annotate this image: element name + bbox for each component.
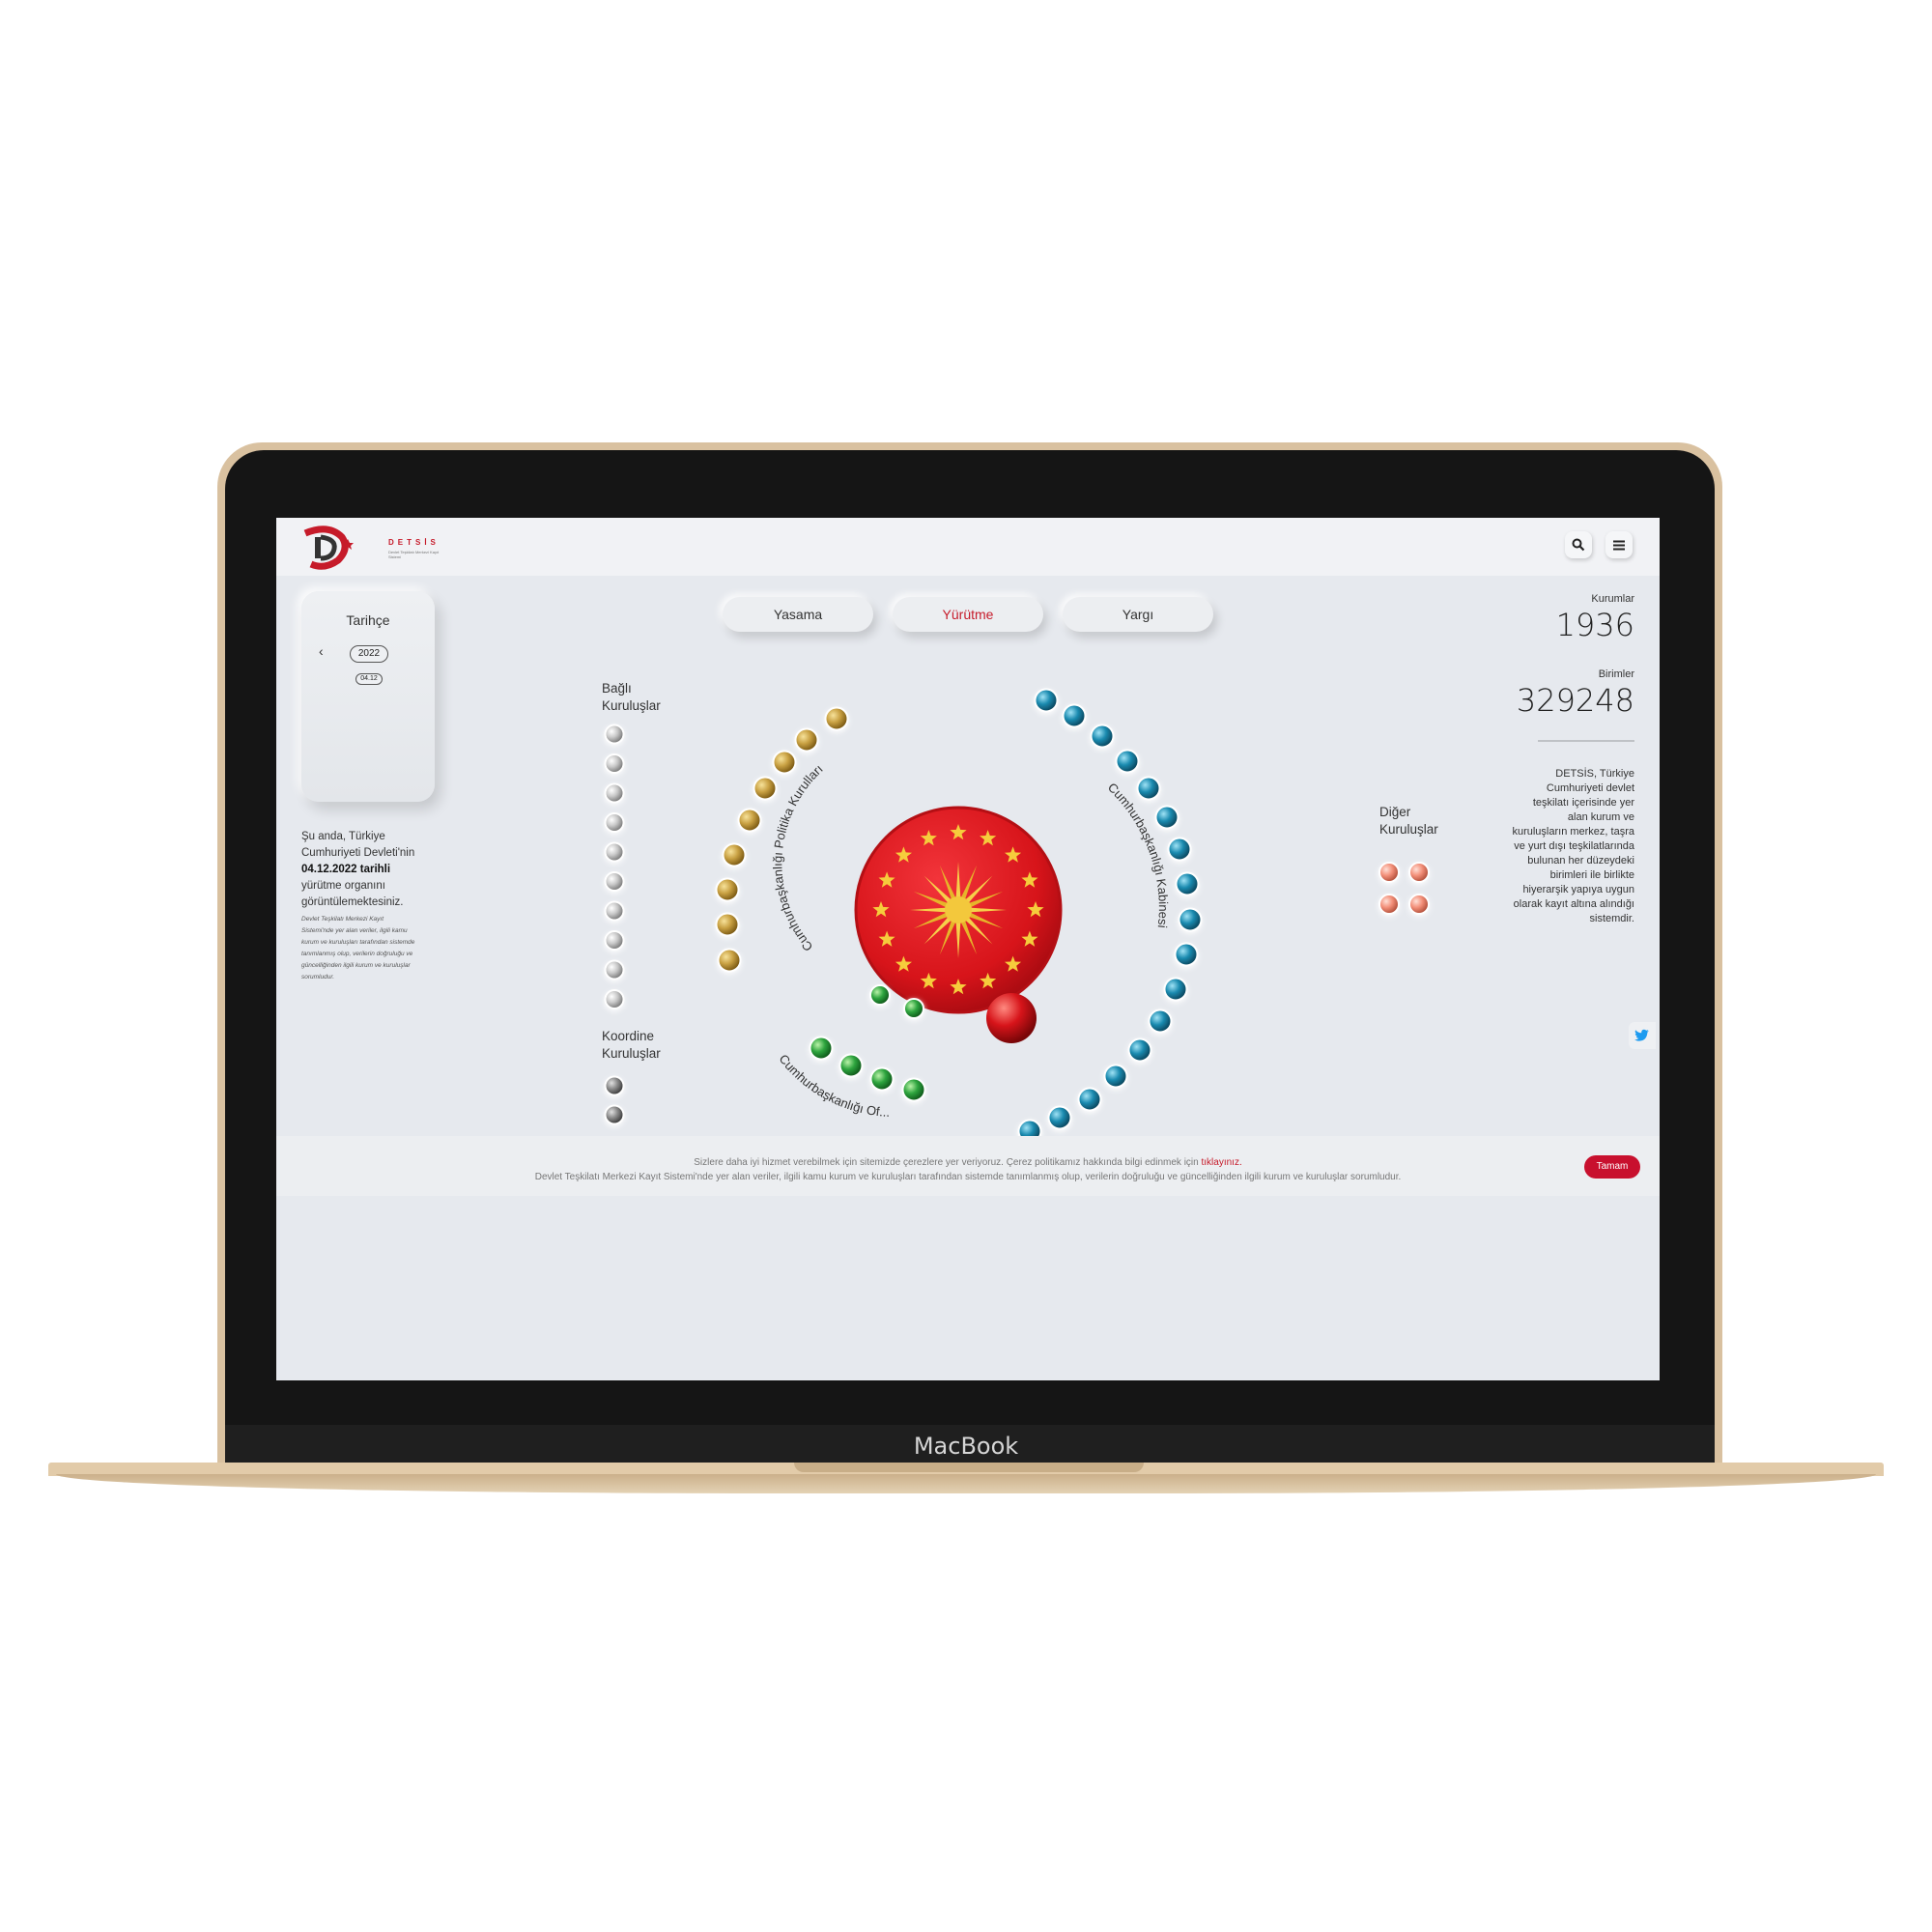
politika-node-ball[interactable]	[715, 877, 740, 902]
kabine-node-ball[interactable]	[1174, 942, 1199, 967]
kabine-node-ball[interactable]	[1148, 1009, 1173, 1034]
ofis-node-ball[interactable]	[903, 998, 924, 1019]
bagli-node-ball[interactable]	[604, 724, 625, 745]
kurumlar-count: 1936	[1555, 607, 1634, 643]
kabine-node-ball[interactable]	[1090, 724, 1115, 749]
bagli-node-ball[interactable]	[604, 841, 625, 863]
politika-node-ball[interactable]	[715, 912, 740, 937]
kabine-node-ball[interactable]	[1178, 907, 1203, 932]
ofis-node-ball[interactable]	[809, 1036, 834, 1061]
bagli-node-ball[interactable]	[604, 871, 625, 892]
politika-node-ball[interactable]	[722, 842, 747, 867]
cookie-accept-button[interactable]: Tamam	[1584, 1155, 1640, 1179]
kabine-node-ball[interactable]	[1103, 1064, 1128, 1089]
kabine-node-ball[interactable]	[1136, 776, 1161, 801]
diger-node-ball[interactable]	[1378, 894, 1400, 915]
bagli-node-ball[interactable]	[604, 930, 625, 951]
cookie-line2: Devlet Teşkilatı Merkezi Kayıt Sistemi'n…	[534, 1172, 1402, 1182]
politika-node-ball[interactable]	[772, 750, 797, 775]
diger-node-ball[interactable]	[1408, 894, 1430, 915]
kabine-node-ball[interactable]	[1163, 977, 1188, 1002]
politika-node-ball[interactable]	[824, 706, 849, 731]
ofis-node-ball[interactable]	[869, 984, 891, 1006]
laptop-base-bottom	[56, 1474, 1876, 1493]
kabine-node-ball[interactable]	[1017, 1119, 1042, 1137]
kabine-node-ball[interactable]	[1034, 688, 1059, 713]
laptop-brand-label: MacBook	[913, 1433, 1019, 1460]
seal-sun-core	[945, 896, 972, 923]
bagli-node-ball[interactable]	[604, 782, 625, 804]
kabine-node-ball[interactable]	[1115, 749, 1140, 774]
cookie-policy-link[interactable]: tıklayınız.	[1201, 1157, 1241, 1168]
cookie-text: Sizlere daha iyi hizmet verebilmek için …	[276, 1155, 1660, 1184]
cookie-line1: Sizlere daha iyi hizmet verebilmek için …	[694, 1157, 1202, 1168]
twitter-icon	[1634, 1029, 1649, 1041]
about-text: DETSİS, Türkiye Cumhuriyeti devlet teşki…	[1512, 768, 1634, 924]
ofis-node-ball[interactable]	[901, 1077, 926, 1102]
bagli-node-ball[interactable]	[604, 812, 625, 833]
birimler-count: 329248	[1516, 682, 1634, 719]
app-screen: DETSİS Devlet Teşkilatı Merkezi Kayıt Si…	[276, 518, 1660, 1380]
koordine-node-ball[interactable]	[604, 1104, 625, 1125]
selected-node-ball[interactable]	[986, 993, 1037, 1043]
kabine-node-ball[interactable]	[1127, 1037, 1152, 1063]
group-label-kabine: Cumhurbaşkanlığı Kabinesi	[1105, 780, 1171, 928]
presidential-seal[interactable]	[854, 806, 1063, 1014]
kabine-node-ball[interactable]	[1062, 703, 1087, 728]
kurumlar-label: Kurumlar	[1591, 593, 1634, 605]
ofis-node-ball[interactable]	[838, 1053, 864, 1078]
twitter-button[interactable]	[1629, 1022, 1656, 1049]
kabine-node-ball[interactable]	[1154, 805, 1179, 830]
ofis-node-ball[interactable]	[869, 1066, 895, 1092]
bagli-node-ball[interactable]	[604, 753, 625, 774]
bagli-node-ball[interactable]	[604, 900, 625, 922]
koordine-node-ball[interactable]	[604, 1075, 625, 1096]
group-label-politika: Cumhurbaşkanlığı Politika Kurulları	[770, 761, 825, 954]
bagli-node-ball[interactable]	[604, 989, 625, 1009]
laptop-notch	[794, 1463, 1144, 1472]
diger-node-ball[interactable]	[1408, 862, 1430, 883]
kabine-node-ball[interactable]	[1047, 1105, 1072, 1130]
kabine-node-ball[interactable]	[1175, 871, 1200, 896]
diger-node-ball[interactable]	[1378, 862, 1400, 883]
stats-divider	[1538, 740, 1634, 742]
cookie-banner: Sizlere daha iyi hizmet verebilmek için …	[276, 1136, 1660, 1196]
kabine-node-ball[interactable]	[1077, 1087, 1102, 1112]
bagli-node-ball[interactable]	[604, 959, 625, 980]
birimler-label: Birimler	[1598, 668, 1634, 680]
politika-node-ball[interactable]	[794, 727, 819, 753]
organization-orbit-diagram: Cumhurbaşkanlığı Politika Kurulları Cumh…	[604, 688, 1430, 1137]
politika-node-ball[interactable]	[753, 776, 778, 801]
politika-node-ball[interactable]	[737, 808, 762, 833]
politika-node-ball[interactable]	[717, 948, 742, 973]
kabine-node-ball[interactable]	[1167, 837, 1192, 862]
